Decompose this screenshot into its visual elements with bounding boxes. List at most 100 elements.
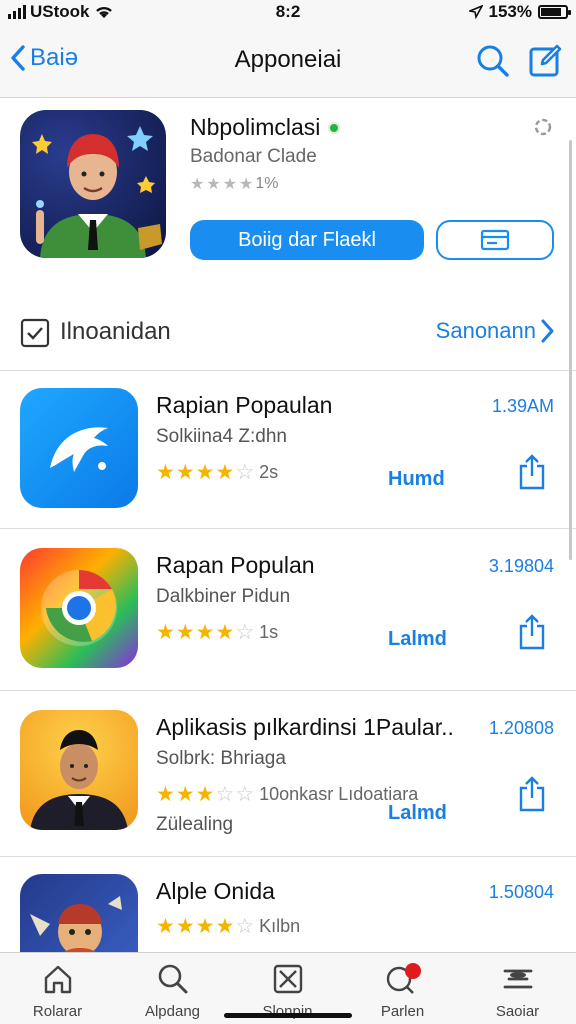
star-icon: ★ xyxy=(156,461,175,484)
see-all-link[interactable]: Sanonann xyxy=(436,318,554,344)
star-icon: ★ xyxy=(215,915,235,938)
featured-rating: ★ ★ ★ ★ 1% xyxy=(190,174,279,194)
app-list-item[interactable]: Alple Onida ★ ★ ★ ★ ☆ Kılbn 1.50804 xyxy=(0,856,576,952)
app-list-item[interactable]: Rapan Populan Dalkbiner Pidun ★ ★ ★ ★ ☆ 1s 3… xyxy=(0,530,576,690)
star-icon: ★ xyxy=(195,461,215,484)
share-button[interactable] xyxy=(518,454,546,495)
app-title: Rapan Populan xyxy=(156,552,315,578)
star-icon: ★ xyxy=(206,176,221,193)
secondary-action-button[interactable] xyxy=(436,220,554,260)
app-list-item[interactable]: Rapian Popaulan Solkiina4 Z:dhn ★ ★ ★ ★ ☆ 2s… xyxy=(0,370,576,530)
section-header: Ilnoanidan Sanonann xyxy=(0,306,576,356)
app-rating: ★ ★ ★ ★ ☆ 1s xyxy=(156,620,278,645)
star-outline-icon: ☆ xyxy=(235,915,255,938)
star-icon: ★ xyxy=(175,915,195,938)
tab-label: Parlen xyxy=(380,1003,425,1020)
app-time: 1.20808 xyxy=(488,718,554,738)
spinner-icon xyxy=(534,118,552,136)
scrollbar[interactable] xyxy=(569,140,572,560)
app-extra-text: Zülealing xyxy=(156,814,234,835)
rating-count: 1s xyxy=(259,622,279,642)
star-icon: ★ xyxy=(222,176,238,193)
featured-app-subtitle: Badonar Clade xyxy=(190,146,317,167)
star-outline-icon: ☆ xyxy=(215,783,235,806)
app-title: Alple Onida xyxy=(156,878,275,904)
app-time: 1.50804 xyxy=(488,882,554,902)
tab-updates[interactable]: Parlen xyxy=(345,961,460,1020)
card-icon xyxy=(480,229,510,251)
star-icon: ★ xyxy=(215,461,235,484)
cartoon-app-icon xyxy=(20,874,138,952)
app-title: Rapian Popaulan xyxy=(156,392,333,418)
compose-icon xyxy=(529,44,562,77)
rating-count: Kılbn xyxy=(259,916,301,936)
share-icon xyxy=(519,614,545,650)
star-icon: ★ xyxy=(175,783,195,806)
checkbox-icon xyxy=(20,318,50,353)
star-icon: ★ xyxy=(175,461,195,484)
star-outline-icon: ☆ xyxy=(235,461,255,484)
portrait-app-icon xyxy=(20,710,138,830)
share-icon xyxy=(519,776,545,812)
app-title: Aplikasis pılkardinsi 1Paular.. xyxy=(156,714,454,740)
app-action-link[interactable]: Humd xyxy=(388,468,445,491)
rating-count: 2s xyxy=(259,462,279,482)
app-subtitle: Solbrk: Bhriaga xyxy=(156,748,286,769)
featured-app-illustration xyxy=(32,126,162,258)
star-icon: ★ xyxy=(156,915,175,938)
home-indicator xyxy=(224,1013,352,1018)
star-icon: ★ xyxy=(215,621,235,644)
star-icon: ★ xyxy=(156,783,175,806)
tab-label: Saoiar xyxy=(495,1003,540,1020)
featured-app-card[interactable]: Nbpolimclasi Badonar Clade ★ ★ ★ ★ 1% Bo… xyxy=(0,98,576,288)
status-bar: UStook 8:2 153% xyxy=(0,0,576,24)
star-icon: ★ xyxy=(175,621,195,644)
star-icon: ★ xyxy=(195,915,215,938)
chrome-like-app-icon xyxy=(20,548,138,668)
app-rating: ★ ★ ★ ☆ ☆ 10onkasr Lıdoatiara xyxy=(156,782,418,807)
battery-percent: 153% xyxy=(488,2,532,21)
status-right: 153% xyxy=(468,2,571,22)
notification-icon xyxy=(386,963,421,994)
featured-rating-text: 1% xyxy=(255,175,279,192)
refresh-button[interactable] xyxy=(532,116,554,143)
location-icon xyxy=(468,5,483,19)
share-icon xyxy=(519,454,545,490)
compose-button[interactable] xyxy=(528,42,564,83)
app-subtitle: Dalkbiner Pidun xyxy=(156,586,291,607)
get-app-button[interactable]: Boiig dar Flaekl xyxy=(190,220,424,260)
featured-app-icon[interactable] xyxy=(20,110,166,258)
share-button[interactable] xyxy=(518,776,546,817)
star-outline-icon: ☆ xyxy=(235,621,255,644)
pigeon-app-icon xyxy=(20,388,138,508)
star-outline-icon: ☆ xyxy=(235,783,255,806)
share-button[interactable] xyxy=(518,614,546,655)
tab-stack[interactable]: Saoiar xyxy=(460,961,575,1020)
app-rating: ★ ★ ★ ★ ☆ 2s xyxy=(156,460,278,485)
tab-bar: Rolarar Alpdang Slonpin Parlen Saoiar xyxy=(0,952,576,1024)
star-icon: ★ xyxy=(195,621,215,644)
box-icon xyxy=(273,964,302,994)
chevron-right-icon xyxy=(541,319,554,343)
star-icon: ★ xyxy=(190,176,205,193)
tab-home[interactable]: Rolarar xyxy=(0,961,115,1020)
tab-label: Rolarar xyxy=(32,1003,83,1020)
status-dot-icon xyxy=(328,121,341,134)
search-icon xyxy=(477,45,509,77)
divider xyxy=(0,528,576,529)
app-list-item[interactable]: Aplikasis pılkardinsi 1Paular.. Solbrk: … xyxy=(0,692,576,852)
star-icon: ★ xyxy=(156,621,175,644)
home-icon xyxy=(44,965,71,994)
app-subtitle: Solkiina4 Z:dhn xyxy=(156,426,287,447)
section-title: Ilnoanidan xyxy=(60,318,171,345)
tab-label: Alpdang xyxy=(144,1003,201,1020)
tab-apps[interactable]: Slonpin xyxy=(230,961,345,1020)
app-action-link[interactable]: Lalmd xyxy=(388,802,447,825)
see-all-label: Sanonann xyxy=(435,318,536,343)
search-icon xyxy=(158,964,187,994)
tab-search[interactable]: Alpdang xyxy=(115,961,230,1020)
app-action-link[interactable]: Lalmd xyxy=(388,628,447,651)
divider xyxy=(0,690,576,691)
search-button[interactable] xyxy=(476,44,510,83)
stack-icon xyxy=(503,969,532,989)
